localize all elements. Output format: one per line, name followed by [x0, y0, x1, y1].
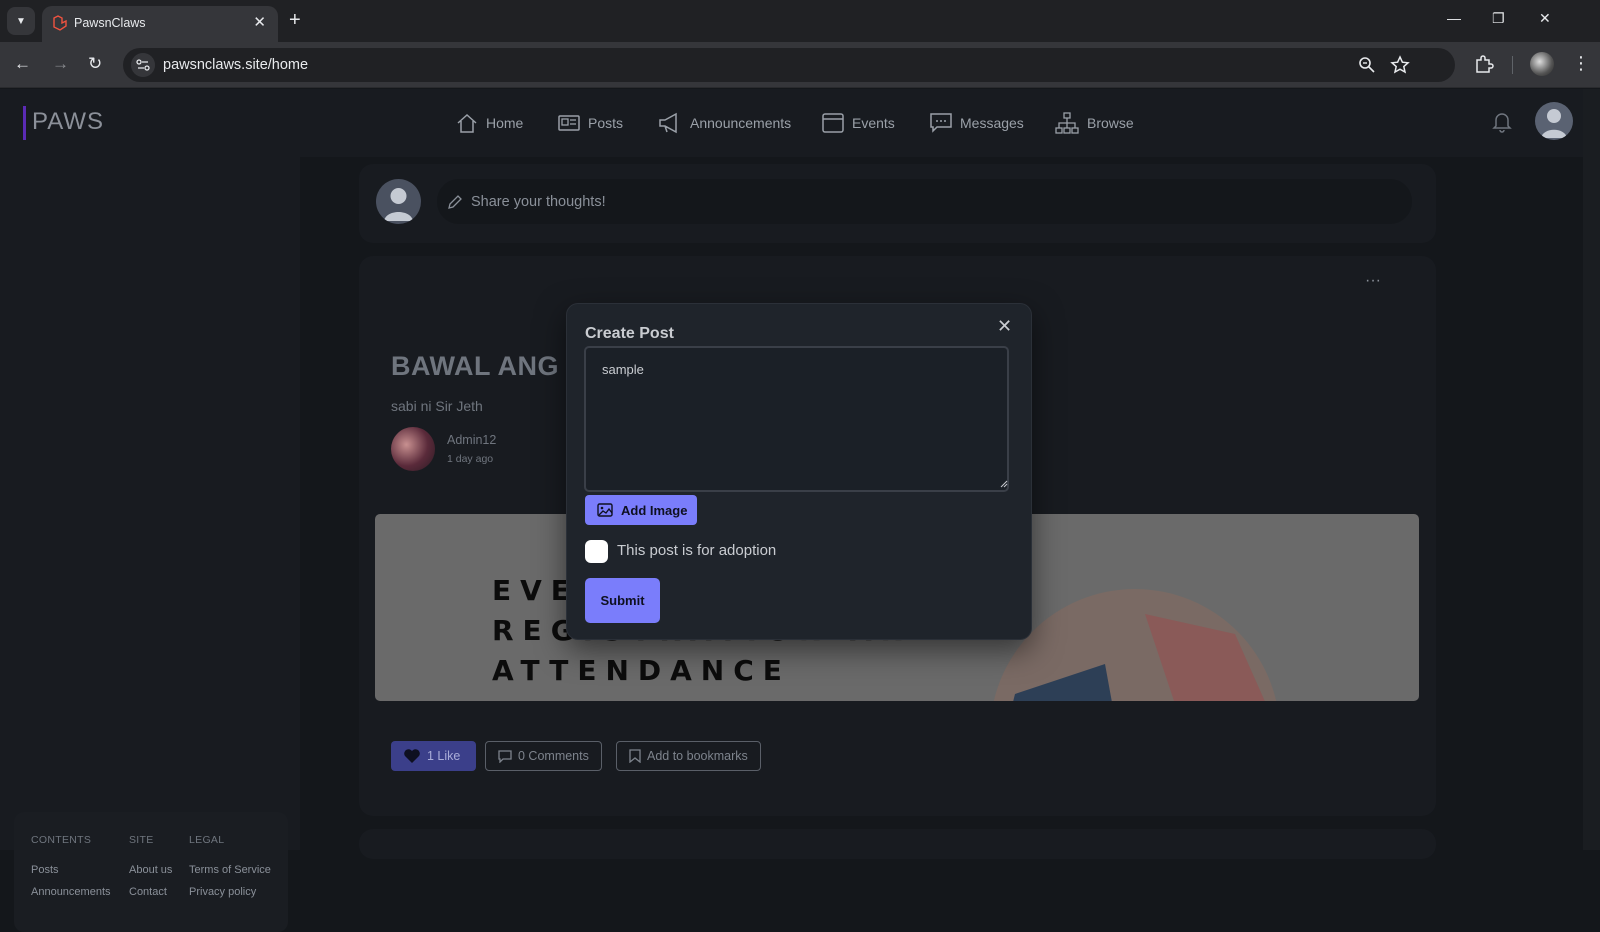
footer-link-about[interactable]: About us [129, 864, 172, 876]
new-tab-button[interactable]: + [289, 9, 301, 31]
nav-browse-label: Browse [1087, 115, 1134, 131]
submit-label: Submit [600, 593, 645, 608]
address-bar[interactable]: pawsnclaws.site/home [123, 48, 1455, 82]
bookmark-button[interactable]: Add to bookmarks [616, 741, 761, 771]
modal-title: Create Post [585, 325, 674, 342]
nav-browse[interactable]: Browse [1055, 111, 1134, 135]
share-thoughts-placeholder: Share your thoughts! [471, 193, 606, 210]
user-silhouette-icon [1541, 109, 1567, 138]
modal-close-icon[interactable]: ✕ [997, 316, 1012, 336]
comment-icon [498, 750, 512, 763]
bookmark-label: Add to bookmarks [647, 749, 748, 763]
calendar-icon [822, 113, 844, 133]
author-name[interactable]: Admin12 [447, 433, 496, 447]
minimize-button[interactable]: — [1447, 10, 1461, 26]
app-logo[interactable]: PAWS [32, 108, 104, 136]
user-silhouette-icon [384, 188, 413, 221]
right-sidebar [1420, 157, 1583, 850]
restore-button[interactable]: ❐ [1492, 10, 1505, 27]
page-scrollbar[interactable] [1583, 89, 1600, 850]
extensions-icon[interactable] [1473, 53, 1495, 75]
profile-avatar[interactable] [1530, 52, 1554, 76]
browser-toolbar: ← → ↻ pawsnclaws.site/home ⋮ [0, 42, 1600, 88]
footer-link-contact[interactable]: Contact [129, 886, 167, 898]
window-close-button[interactable]: ✕ [1539, 10, 1551, 27]
footer-link-announcements[interactable]: Announcements [31, 886, 111, 898]
nav-posts[interactable]: Posts [558, 111, 623, 135]
author-avatar[interactable] [391, 427, 435, 471]
add-image-button[interactable]: Add Image [585, 495, 697, 525]
comments-button[interactable]: 0 Comments [485, 741, 602, 771]
user-avatar[interactable] [1535, 102, 1573, 140]
like-count-label: 1 Like [427, 749, 461, 763]
composer-avatar [376, 179, 421, 224]
footer-link-terms[interactable]: Terms of Service [189, 864, 271, 876]
post-title: BAWAL ANG [391, 351, 560, 381]
top-navbar: PAWS Home Posts Announcements Events Mes… [0, 89, 1583, 157]
chat-icon [930, 113, 952, 133]
nav-events[interactable]: Events [822, 111, 895, 135]
footer-link-privacy[interactable]: Privacy policy [189, 886, 256, 898]
reload-icon[interactable]: ↻ [88, 54, 102, 74]
nav-home[interactable]: Home [456, 111, 523, 135]
share-thoughts-input[interactable]: Share your thoughts! [437, 179, 1412, 224]
adoption-checkbox[interactable] [585, 540, 608, 563]
post-subtitle: sabi ni Sir Jeth [391, 398, 483, 414]
nav-events-label: Events [852, 115, 895, 131]
like-button[interactable]: 1 Like [391, 741, 476, 771]
nav-home-label: Home [486, 115, 524, 131]
nav-announcements[interactable]: Announcements [658, 111, 791, 135]
create-post-modal: Create Post ✕ sample Add Image This post… [566, 303, 1032, 640]
home-icon [457, 113, 477, 133]
resize-grip-icon[interactable] [1000, 480, 1008, 488]
megaphone-icon [659, 112, 677, 134]
site-info-icon[interactable] [131, 53, 155, 77]
toolbar-divider [1512, 56, 1513, 74]
post-composer: Share your thoughts! [359, 164, 1436, 243]
left-sidebar: CONTENTS SITE LEGAL Posts Announcements … [0, 157, 300, 932]
bookmark-icon [629, 749, 641, 763]
url-text: pawsnclaws.site/home [163, 57, 309, 73]
post-more-icon[interactable]: ··· [1365, 272, 1381, 290]
footer-legal-heading: LEGAL [189, 834, 225, 846]
bookmark-star-icon[interactable] [1390, 55, 1410, 75]
zoom-icon[interactable] [1357, 55, 1377, 75]
site-footer: CONTENTS SITE LEGAL Posts Announcements … [14, 812, 288, 932]
nav-announcements-label: Announcements [690, 115, 792, 131]
footer-contents-heading: CONTENTS [31, 834, 92, 846]
posts-icon [558, 115, 580, 131]
tab-close-icon[interactable]: ✕ [253, 13, 266, 31]
pencil-icon [448, 194, 462, 209]
nav-messages-label: Messages [960, 115, 1024, 131]
image-icon [597, 503, 613, 517]
browser-menu-icon[interactable]: ⋮ [1572, 53, 1590, 73]
tab-title: PawsnClaws [74, 16, 146, 30]
footer-site-heading: SITE [129, 834, 154, 846]
logo-accent-bar [23, 106, 26, 140]
nav-messages[interactable]: Messages [930, 111, 1024, 135]
forward-icon[interactable]: → [52, 54, 69, 74]
tab-search-button[interactable]: ▼ [7, 7, 35, 35]
comments-count-label: 0 Comments [518, 749, 589, 763]
notification-bell-icon[interactable] [1492, 111, 1512, 133]
post-content-textarea[interactable]: sample [584, 346, 1009, 492]
next-post-card [359, 829, 1436, 859]
laravel-favicon-icon [53, 15, 67, 31]
submit-button[interactable]: Submit [585, 578, 660, 623]
adoption-label: This post is for adoption [617, 542, 777, 559]
image-text-line-3: ATTENDANCE [492, 654, 791, 687]
add-image-label: Add Image [621, 502, 688, 518]
footer-link-posts[interactable]: Posts [31, 864, 59, 876]
nav-posts-label: Posts [588, 115, 624, 131]
back-icon[interactable]: ← [14, 54, 31, 74]
browser-tab-bar: ▼ PawsnClaws ✕ + — ❐ ✕ [0, 0, 1600, 42]
post-timestamp: 1 day ago [447, 453, 494, 465]
browser-tab[interactable]: PawsnClaws ✕ [42, 6, 278, 42]
heart-icon [404, 749, 420, 763]
sitemap-icon [1055, 112, 1079, 134]
